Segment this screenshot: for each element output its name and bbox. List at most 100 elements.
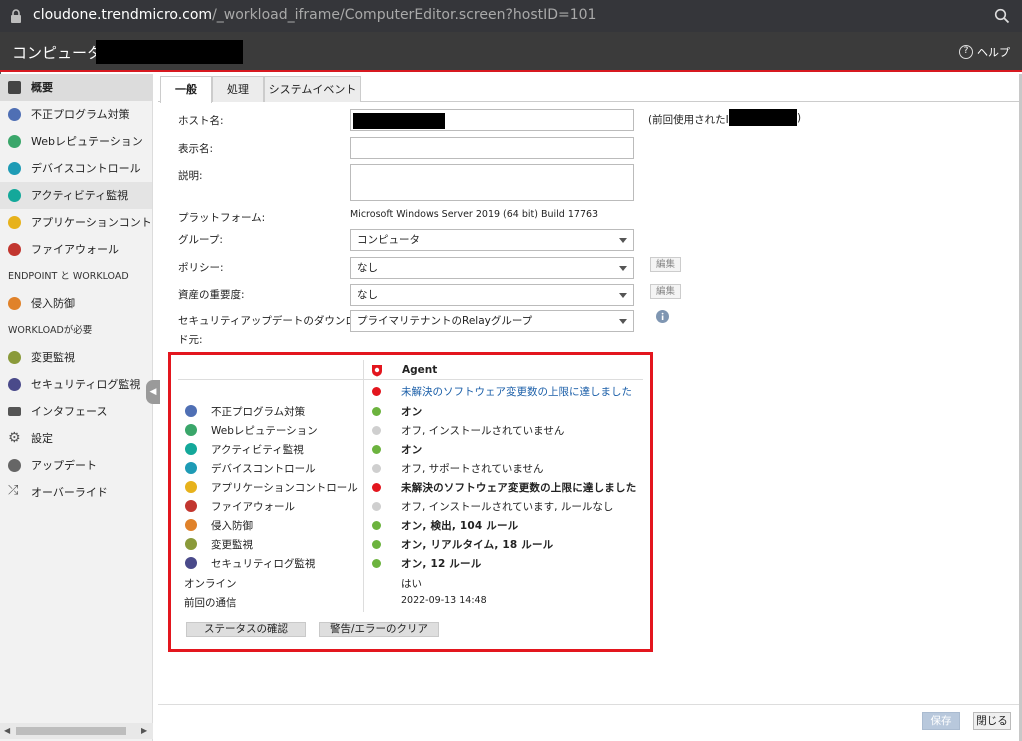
chevron-down-icon	[619, 319, 627, 324]
module-status: オン	[401, 406, 423, 418]
module-name: セキュリティログ監視	[211, 558, 316, 570]
description-label: 説明:	[178, 170, 203, 182]
tab-general[interactable]: 一般	[160, 76, 212, 103]
sidebar-item-override[interactable]: ⤮ オーバーライド	[0, 479, 152, 506]
module-name: Webレピュテーション	[211, 425, 318, 437]
download-source-label-2: ド元:	[178, 334, 203, 346]
download-source-select[interactable]: プライマリテナントのRelayグループ	[350, 310, 634, 332]
status-dot	[372, 540, 381, 549]
log-inspection-icon	[185, 557, 197, 569]
status-dot	[372, 559, 381, 568]
sidebar-item-web-reputation[interactable]: Webレピュテーション	[0, 128, 152, 155]
firewall-icon	[8, 243, 21, 256]
web-reputation-icon	[185, 424, 197, 436]
display-name-label: 表示名:	[178, 143, 214, 155]
application-control-icon	[185, 481, 197, 493]
lock-icon	[11, 9, 21, 23]
sidebar-item-application-control[interactable]: アプリケーションコントロール	[0, 209, 152, 236]
sidebar-item-settings[interactable]: ⚙ 設定	[0, 425, 152, 452]
module-status: オフ, インストールされていません	[401, 425, 565, 437]
sidebar-item-anti-malware[interactable]: 不正プログラム対策	[0, 101, 152, 128]
status-dot	[372, 521, 381, 530]
status-dot	[372, 407, 381, 416]
module-status: オン, 検出, 104 ルール	[401, 520, 519, 532]
sidebar-horizontal-scrollbar[interactable]: ◀ ▶	[0, 723, 153, 739]
sidebar-item-update[interactable]: アップデート	[0, 452, 152, 479]
chevron-down-icon	[619, 238, 627, 243]
tab-actions[interactable]: 処理	[212, 76, 264, 102]
update-icon	[8, 459, 21, 472]
close-button[interactable]: 閉じる	[973, 712, 1011, 730]
zoom-icon[interactable]	[994, 8, 1010, 24]
agent-column-header: Agent	[402, 364, 438, 376]
policy-select-value: なし	[357, 262, 378, 274]
overview-icon	[8, 81, 21, 94]
status-panel-divider-h	[178, 379, 643, 380]
asset-importance-select[interactable]: なし	[350, 284, 634, 306]
sidebar-item-activity-monitoring[interactable]: アクティビティ監視	[0, 182, 152, 209]
activity-monitoring-icon	[8, 189, 21, 202]
browser-url-bar[interactable]: cloudone.trendmicro.com/_workload_iframe…	[0, 0, 1022, 32]
sidebar-item-firewall[interactable]: ファイアウォール	[0, 236, 152, 263]
sidebar: 概要 不正プログラム対策 Webレピュテーション デバイスコントロール アクティ…	[0, 74, 153, 741]
scroll-left-arrow-icon[interactable]: ◀	[4, 726, 10, 735]
status-dot-error	[372, 387, 381, 396]
status-row-web-reputation: Webレピュテーション オフ, インストールされていません	[183, 421, 643, 440]
last-ip-suffix: )	[797, 112, 802, 124]
status-row-activity-monitoring: アクティビティ監視 オン	[183, 440, 643, 459]
web-reputation-icon	[8, 135, 21, 148]
sidebar-item-label: デバイスコントロール	[31, 162, 141, 175]
check-status-button[interactable]: ステータスの確認	[186, 622, 306, 637]
device-control-icon	[8, 162, 21, 175]
device-control-icon	[185, 462, 197, 474]
settings-icon: ⚙	[8, 430, 21, 446]
scrollbar-thumb[interactable]	[16, 727, 126, 735]
module-status: 未解決のソフトウェア変更数の上限に達しました	[401, 482, 637, 494]
clear-warnings-button[interactable]: 警告/エラーのクリア	[319, 622, 439, 637]
save-button[interactable]: 保存	[922, 712, 960, 730]
sidebar-item-interface[interactable]: インタフェース	[0, 398, 152, 425]
sidebar-item-label: アクティビティ監視	[31, 189, 129, 202]
group-select[interactable]: コンピュータ	[350, 229, 634, 251]
sidebar-section-endpoint: ENDPOINT と WORKLOAD	[8, 271, 129, 282]
sidebar-item-label: 不正プログラム対策	[31, 108, 130, 121]
hostname-label: ホスト名:	[178, 115, 224, 127]
online-row: オンライン はい	[183, 574, 643, 593]
integrity-monitoring-icon	[8, 351, 21, 364]
policy-select[interactable]: なし	[350, 257, 634, 279]
intrusion-prevention-icon	[185, 519, 197, 531]
status-dot	[372, 483, 381, 492]
sidebar-item-integrity-monitoring[interactable]: 変更監視	[0, 344, 152, 371]
url-text[interactable]: cloudone.trendmicro.com/_workload_iframe…	[33, 7, 596, 23]
asset-importance-label: 資産の重要度:	[178, 289, 245, 301]
module-status: オン, 12 ルール	[401, 558, 482, 570]
status-dot	[372, 502, 381, 511]
help-button[interactable]: ? ヘルプ	[959, 44, 1010, 60]
sidebar-item-intrusion-prevention[interactable]: 侵入防御	[0, 290, 152, 317]
display-name-field[interactable]	[350, 137, 634, 159]
sidebar-collapse-button[interactable]: ◀	[146, 380, 160, 404]
sidebar-item-log-inspection[interactable]: セキュリティログ監視	[0, 371, 152, 398]
redacted-last-ip	[729, 109, 797, 126]
module-name: アプリケーションコントロール	[211, 482, 358, 494]
info-icon[interactable]	[656, 310, 669, 323]
sidebar-item-device-control[interactable]: デバイスコントロール	[0, 155, 152, 182]
status-summary-link[interactable]: 未解決のソフトウェア変更数の上限に達しました	[401, 384, 632, 399]
asset-edit-button[interactable]: 編集	[650, 284, 681, 299]
sidebar-item-overview[interactable]: 概要	[0, 74, 152, 101]
module-name: 侵入防御	[211, 520, 253, 532]
description-textarea[interactable]	[350, 164, 634, 201]
module-name: アクティビティ監視	[211, 444, 304, 456]
chevron-down-icon	[619, 293, 627, 298]
sidebar-item-label: オーバーライド	[31, 486, 108, 499]
url-host: cloudone.trendmicro.com	[33, 7, 213, 23]
status-row-integrity-monitoring: 変更監視 オン, リアルタイム, 18 ルール	[183, 535, 643, 554]
policy-label: ポリシー:	[178, 262, 224, 274]
scroll-right-arrow-icon[interactable]: ▶	[141, 726, 147, 735]
tab-system-events[interactable]: システムイベント	[264, 76, 361, 102]
help-icon: ?	[959, 45, 973, 59]
activity-monitoring-icon	[185, 443, 197, 455]
status-dot	[372, 445, 381, 454]
policy-edit-button[interactable]: 編集	[650, 257, 681, 272]
group-select-value: コンピュータ	[357, 234, 420, 246]
